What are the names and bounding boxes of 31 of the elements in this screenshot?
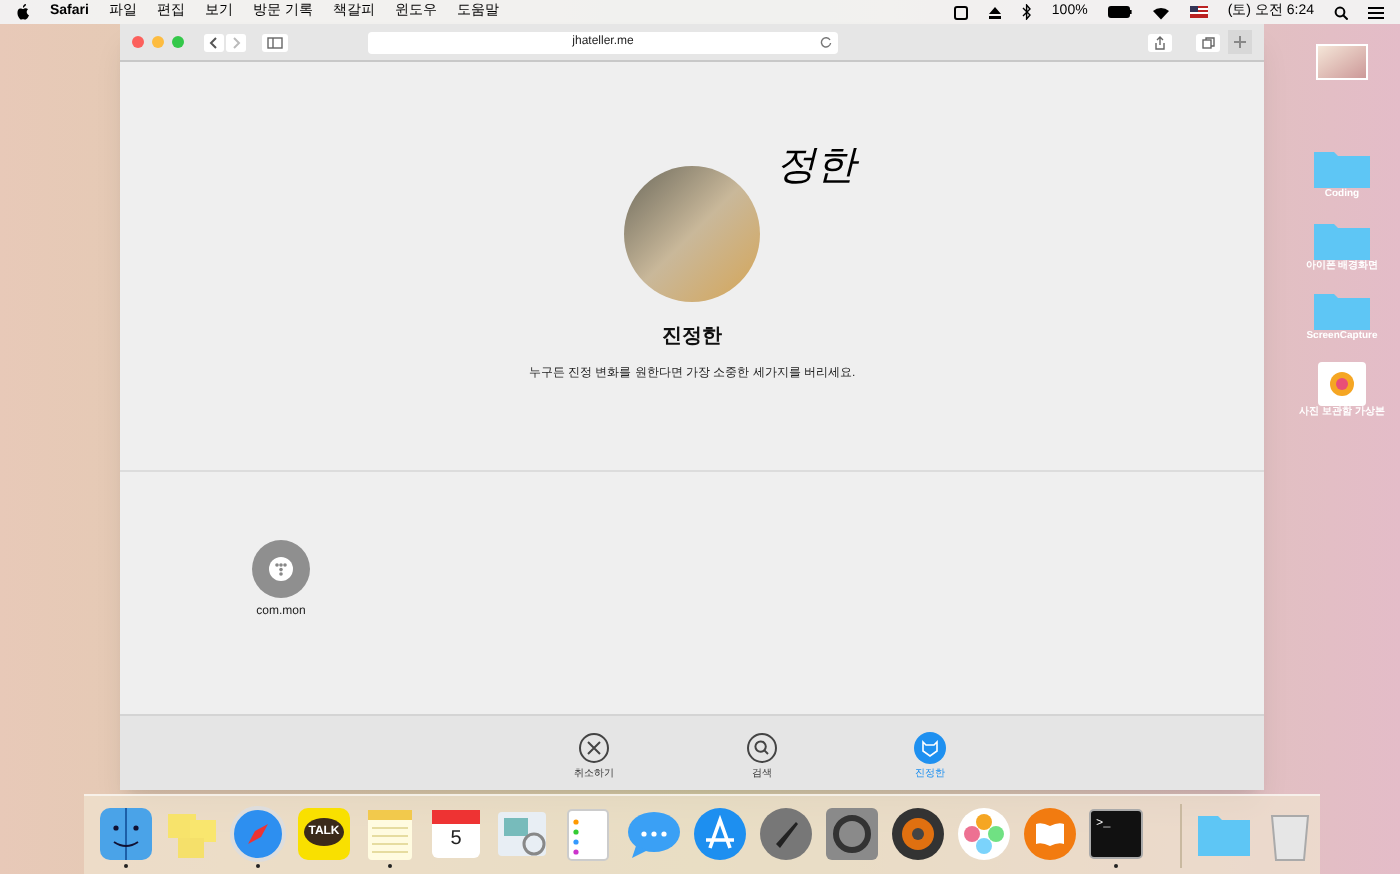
sidebar-icon (262, 33, 288, 51)
list-icon (1368, 5, 1384, 19)
search-icon (746, 732, 778, 764)
photos-icon (1318, 361, 1366, 405)
profile-icon (914, 732, 946, 764)
wifi-icon (1151, 5, 1170, 19)
dock-icon[interactable] (888, 803, 948, 863)
apple-icon (16, 4, 30, 20)
dock-icon[interactable] (96, 803, 156, 863)
flag-icon (1189, 6, 1208, 18)
share-icon (1148, 33, 1172, 51)
search-icon (1334, 5, 1348, 19)
profile-name: 진정한 (662, 324, 722, 352)
bluetooth-icon (1021, 4, 1032, 20)
tabs-icon (1196, 33, 1220, 51)
new-tab-icon (1228, 30, 1252, 54)
dock-icon[interactable] (822, 803, 882, 863)
dock-icon[interactable] (756, 803, 816, 863)
app-icon (252, 540, 310, 598)
folder-icon (1313, 219, 1370, 259)
signature: 정한 (776, 138, 856, 192)
eject-icon (987, 5, 1002, 19)
battery-icon (1107, 6, 1132, 18)
image-thumbnail (1316, 44, 1368, 80)
folder-icon (1313, 290, 1370, 330)
reload-icon (820, 36, 832, 48)
close-icon (578, 732, 610, 764)
folder-icon (1314, 148, 1370, 188)
square-icon (953, 5, 968, 19)
back-icon (204, 33, 224, 51)
forward-icon (226, 33, 246, 51)
